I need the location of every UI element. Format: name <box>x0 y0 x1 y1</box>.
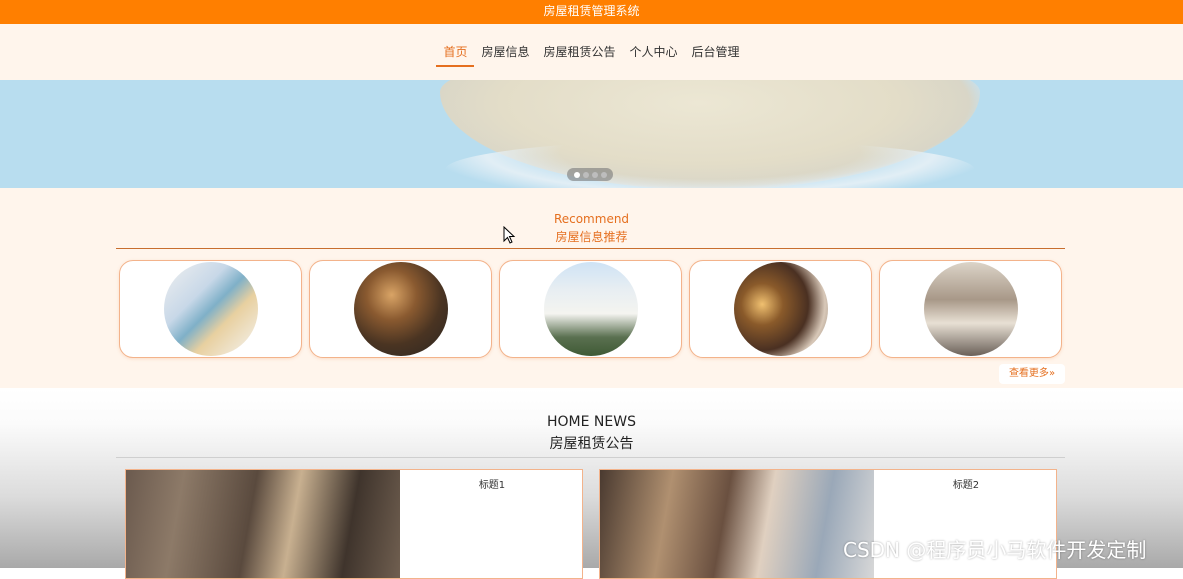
nav-item-rental-notices[interactable]: 房屋租赁公告 <box>536 39 622 65</box>
mouse-cursor-icon <box>503 226 516 244</box>
house-card[interactable] <box>119 260 302 358</box>
news-title-en: HOME NEWS <box>547 414 636 430</box>
carousel-dot-3[interactable] <box>591 171 598 178</box>
house-photo <box>353 262 448 356</box>
nav-item-personal-center[interactable]: 个人中心 <box>623 39 685 65</box>
section-divider <box>116 248 1065 249</box>
carousel-dot-1[interactable] <box>573 171 580 178</box>
house-photo <box>543 262 638 356</box>
house-photo <box>923 262 1018 356</box>
news-card-title: 标题1 <box>478 480 506 491</box>
house-photo <box>733 262 828 356</box>
main-nav: 首页 房屋信息 房屋租赁公告 个人中心 后台管理 <box>0 24 1183 80</box>
recommend-title-cn: 房屋信息推荐 <box>555 230 628 244</box>
news-image <box>600 470 874 578</box>
nav-item-house-info[interactable]: 房屋信息 <box>474 39 536 65</box>
view-more-label: 查看更多 <box>1008 368 1049 379</box>
carousel-dot-2[interactable] <box>582 171 589 178</box>
recommend-card-list <box>119 260 1062 358</box>
carousel-indicator <box>567 168 613 181</box>
recommend-title-en: Recommend <box>553 212 630 226</box>
news-card-title: 标题2 <box>952 480 980 491</box>
recommend-section: Recommend 房屋信息推荐 查看更多» <box>0 188 1183 388</box>
app-title: 房屋租赁管理系统 <box>543 4 640 18</box>
house-card[interactable] <box>689 260 872 358</box>
carousel-dot-4[interactable] <box>600 171 607 178</box>
nav-item-admin[interactable]: 后台管理 <box>685 39 747 65</box>
news-image <box>126 470 400 578</box>
house-photo <box>163 262 258 356</box>
house-card[interactable] <box>879 260 1062 358</box>
view-more-button[interactable]: 查看更多» <box>999 364 1065 384</box>
news-card[interactable]: 标题1 <box>125 469 583 579</box>
app-title-bar: 房屋租赁管理系统 <box>0 0 1183 24</box>
house-card[interactable] <box>309 260 492 358</box>
news-title-cn: 房屋租赁公告 <box>549 436 634 452</box>
double-chevron-right-icon: » <box>1048 368 1056 379</box>
watermark-text: CSDN @程序员小马软件开发定制 <box>843 538 1147 562</box>
section-divider <box>116 457 1065 458</box>
house-card[interactable] <box>499 260 682 358</box>
nav-item-home[interactable]: 首页 <box>436 39 475 67</box>
